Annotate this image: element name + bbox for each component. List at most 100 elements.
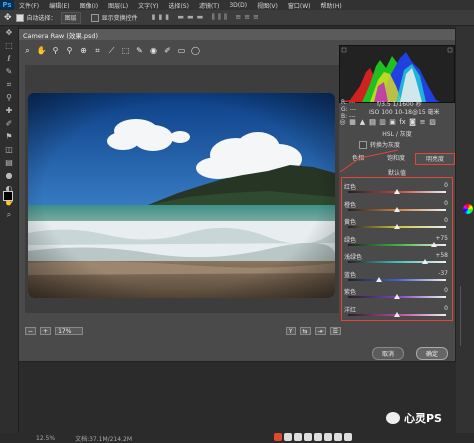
graduated-filter-icon[interactable]: ▭	[177, 46, 186, 55]
transform-icon[interactable]: ⬚	[121, 46, 130, 55]
marquee-tool-icon[interactable]: ⬚	[0, 39, 18, 52]
before-after-y-button[interactable]: Y	[285, 327, 296, 335]
menu-type[interactable]: 文字(Y)	[133, 1, 163, 10]
preview-area	[25, 65, 339, 313]
ime-s-icon[interactable]	[274, 433, 282, 441]
tab-luminance[interactable]: 明亮度	[415, 153, 455, 165]
slider-thumb[interactable]	[422, 259, 429, 264]
dialog-buttons: 取消 确定	[372, 347, 448, 360]
foreground-color-swatch[interactable]	[3, 191, 13, 201]
slider-thumb[interactable]	[394, 224, 400, 229]
menu-filter[interactable]: 滤镜(T)	[194, 1, 224, 10]
adjust-brush-icon[interactable]: ✐	[163, 46, 172, 55]
rgb-g: G: ---	[341, 106, 357, 113]
beach-photo[interactable]	[28, 93, 335, 298]
fx-icon[interactable]: fx	[399, 118, 406, 126]
menu-3d[interactable]: 3D(D)	[224, 2, 252, 9]
ime-shirt-icon[interactable]	[334, 433, 342, 441]
red-eye-icon[interactable]: ◉	[149, 46, 158, 55]
slider-value[interactable]: 0	[444, 287, 448, 294]
slider-thumb[interactable]	[394, 311, 400, 317]
eraser-icon[interactable]: ◫	[0, 143, 18, 156]
gradient-icon[interactable]: ▤	[0, 156, 18, 169]
hsl-icon[interactable]: ▤	[369, 118, 376, 126]
slider-row: 橙色 0	[342, 200, 452, 214]
slider-label: 黄色	[344, 219, 357, 226]
menu-file[interactable]: 文件(F)	[14, 1, 44, 10]
slider-track[interactable]	[348, 261, 446, 263]
quick-select-icon[interactable]: ✎	[0, 65, 18, 78]
snapshots-icon[interactable]: ▨	[429, 118, 436, 126]
slider-value[interactable]: 0	[444, 182, 448, 189]
slider-thumb[interactable]	[375, 276, 382, 282]
spot-removal-icon[interactable]: ✎	[135, 46, 144, 55]
slider-thumb[interactable]	[430, 241, 437, 247]
slider-thumb[interactable]	[394, 294, 400, 299]
slider-value[interactable]: +75	[435, 235, 448, 242]
slider-value[interactable]: 0	[444, 200, 448, 207]
ime-mic-icon[interactable]	[314, 433, 322, 441]
menu-window[interactable]: 窗口(W)	[283, 1, 316, 10]
swap-button[interactable]: ⇆	[299, 327, 311, 335]
copy-settings-button[interactable]: ⇥	[314, 327, 326, 335]
zoom-out-button[interactable]: −	[25, 327, 37, 335]
cancel-button[interactable]: 取消	[372, 347, 404, 360]
menu-select[interactable]: 选择(S)	[163, 1, 194, 10]
radial-filter-icon[interactable]: ◯	[191, 46, 200, 55]
white-balance-icon[interactable]: ⚲	[51, 46, 60, 55]
color-sampler-icon[interactable]: ⚲	[65, 46, 74, 55]
slider-track[interactable]	[348, 278, 446, 281]
status-zoom[interactable]: 12.5%	[36, 435, 55, 442]
slider-value[interactable]: +58	[435, 252, 448, 259]
eyedropper-icon[interactable]: ⚲	[0, 91, 18, 104]
slider-value[interactable]: 0	[444, 217, 448, 224]
ime-dot-icon[interactable]	[304, 433, 312, 441]
slider-label: 紫色	[344, 289, 357, 296]
blur-icon[interactable]: ●	[0, 169, 18, 182]
slider-row: 浅绿色 +58	[342, 252, 452, 266]
group-select[interactable]: 图层	[60, 11, 81, 24]
menu-help[interactable]: 帮助(H)	[316, 1, 347, 10]
lens-correction-icon[interactable]: ▣	[389, 118, 396, 126]
basic-panel-icon[interactable]: ◎	[339, 118, 346, 126]
menu-view[interactable]: 视图(V)	[252, 1, 283, 10]
brush-tool-icon[interactable]: ✐	[0, 117, 18, 130]
stamp-tool-icon[interactable]: ⚑	[0, 130, 18, 143]
show-transform-checkbox[interactable]: 显示变换控件	[90, 13, 138, 22]
slider-thumb[interactable]	[394, 189, 400, 194]
menu-edit[interactable]: 编辑(E)	[44, 1, 74, 10]
color-wheel-icon[interactable]	[463, 204, 473, 214]
ime-moon-icon[interactable]	[294, 433, 302, 441]
zoom-icon[interactable]: ⌕	[23, 46, 32, 55]
straighten-icon[interactable]: ⟋	[107, 46, 116, 55]
crop-tool-icon[interactable]: ⌗	[0, 78, 18, 91]
hand-icon[interactable]: ✋	[37, 46, 47, 55]
ime-keyboard-icon[interactable]	[324, 433, 332, 441]
toggle-settings-button[interactable]: ☰	[329, 327, 341, 335]
tone-curve-icon[interactable]: ▦	[349, 118, 356, 126]
move-tool-icon[interactable]: ✥	[4, 13, 12, 23]
menu-layer[interactable]: 图层(L)	[103, 1, 133, 10]
detail-icon[interactable]: ▲	[359, 118, 366, 126]
slider-thumb[interactable]	[394, 206, 400, 212]
crop-icon[interactable]: ⌗	[93, 46, 102, 55]
zoom-level-select[interactable]: 17%	[55, 327, 84, 335]
slider-value[interactable]: 0	[444, 305, 448, 312]
lasso-tool-icon[interactable]: ℓ	[0, 52, 18, 65]
zoom-in-button[interactable]: +	[40, 327, 52, 335]
align-icons[interactable]: ▮▮▮ ▬▬▬ ⫼⫼⫼ ≡≡≡	[152, 13, 262, 22]
ime-cn-icon[interactable]	[284, 433, 292, 441]
slider-value[interactable]: -37	[438, 270, 448, 277]
menu-image[interactable]: 图像(I)	[75, 1, 103, 10]
zoom-tool-icon[interactable]: ⌕	[0, 208, 18, 221]
presets-icon[interactable]: ≡	[419, 118, 426, 126]
rgb-r: R: ---	[341, 99, 356, 106]
ok-button[interactable]: 确定	[416, 347, 448, 360]
move-tool-icon[interactable]: ✥	[0, 26, 18, 39]
healing-icon[interactable]: ✚	[0, 104, 18, 117]
split-toning-icon[interactable]: ▥	[379, 118, 386, 126]
target-adjust-icon[interactable]: ⊕	[79, 46, 88, 55]
auto-select-checkbox[interactable]: 自动选择：	[15, 13, 57, 22]
ime-grid-icon[interactable]	[344, 433, 352, 441]
camera-calibration-icon[interactable]: ◙	[409, 118, 416, 126]
